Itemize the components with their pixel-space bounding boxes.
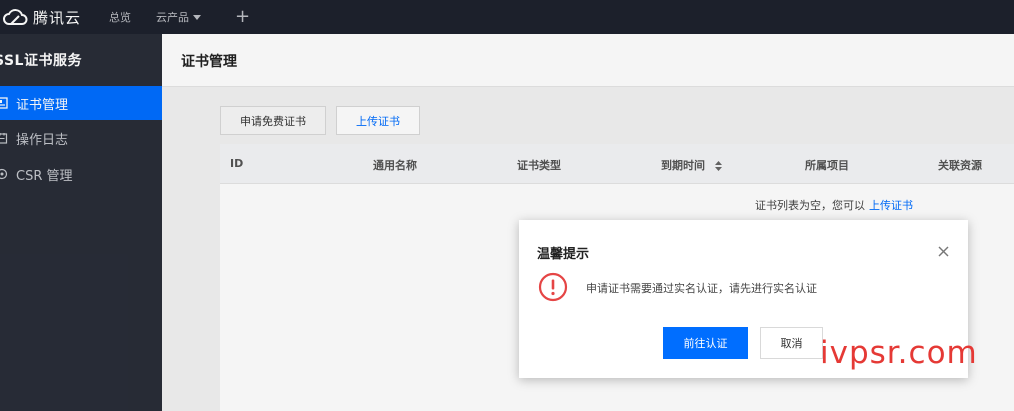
go-verify-button[interactable]: 前往认证 xyxy=(663,327,748,359)
dialog-message: 申请证书需要通过实名认证，请先进行实名认证 xyxy=(586,282,817,295)
dialog-title: 温馨提示 xyxy=(537,247,590,262)
watermark: ivpsr.com xyxy=(820,335,978,371)
close-icon[interactable] xyxy=(936,244,950,258)
warning-icon xyxy=(538,272,568,302)
cancel-button[interactable]: 取消 xyxy=(760,327,823,359)
